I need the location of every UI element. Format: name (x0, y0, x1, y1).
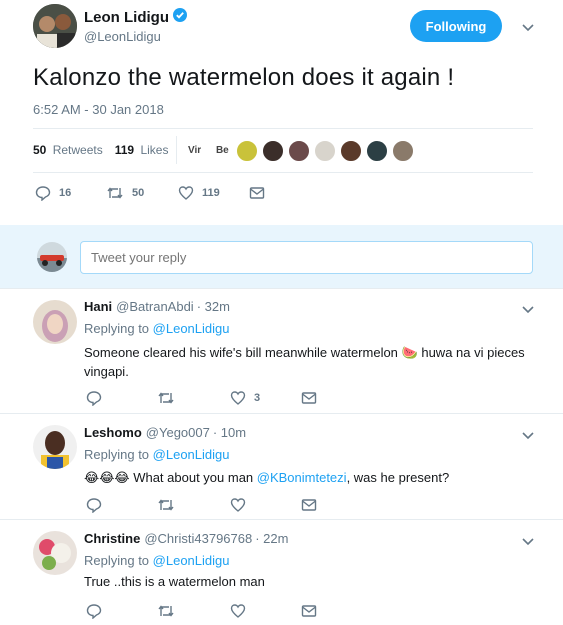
like-count: 3 (254, 392, 261, 404)
dm-action[interactable] (301, 497, 317, 513)
envelope-icon (249, 185, 265, 201)
retweet-icon (157, 390, 175, 406)
reply-action[interactable] (86, 603, 102, 619)
likes-stat[interactable]: 119 Likes (115, 143, 169, 157)
current-user-avatar[interactable] (37, 242, 67, 272)
reply-author-avatar[interactable] (33, 531, 77, 575)
replying-to-label: Replying to (84, 447, 150, 462)
liker-name-1[interactable]: Vir (188, 145, 201, 156)
dm-action[interactable] (301, 390, 317, 406)
replying-to-label: Replying to (84, 321, 150, 336)
retweets-label: Retweets (52, 143, 103, 157)
retweet-action[interactable] (157, 390, 175, 406)
liker-avatar[interactable] (340, 140, 362, 162)
like-action[interactable] (230, 497, 246, 513)
retweet-icon (157, 497, 175, 513)
reply-input[interactable] (80, 241, 533, 274)
dm-action[interactable] (249, 185, 265, 201)
liker-avatar[interactable] (392, 140, 414, 162)
retweets-stat[interactable]: 50 Retweets (33, 143, 103, 157)
reply-action[interactable] (86, 497, 102, 513)
likes-count: 119 (114, 143, 135, 157)
retweet-icon (157, 603, 175, 619)
reply-icon (86, 603, 102, 619)
following-button[interactable]: Following (410, 10, 502, 42)
reply-icon (35, 185, 51, 201)
reply-action[interactable] (86, 390, 102, 406)
envelope-icon (301, 603, 317, 619)
liker-avatar[interactable] (288, 140, 310, 162)
author-handle[interactable]: @LeonLidigu (84, 29, 161, 44)
retweet-action[interactable] (157, 603, 175, 619)
liker-name-2[interactable]: Be (216, 145, 229, 156)
laughing-emoji: 😂😂😂 (84, 470, 130, 485)
reply-author-name[interactable]: Leshomo (84, 425, 142, 440)
retweet-count: 50 (132, 187, 145, 199)
tweet-text: Kalonzo the watermelon does it again ! (33, 64, 455, 91)
reply-author-name[interactable]: Hani (84, 299, 112, 314)
replying-to-label: Replying to (84, 553, 150, 568)
replying-to-mention[interactable]: @LeonLidigu (153, 447, 230, 462)
reply-box-section (0, 225, 563, 288)
replying-to-mention[interactable]: @LeonLidigu (153, 553, 230, 568)
chevron-down-icon[interactable] (521, 20, 535, 32)
heart-icon (178, 185, 194, 201)
reply-author-handle[interactable]: @Yego007 (146, 425, 210, 440)
reply-author-avatar[interactable] (33, 300, 77, 344)
like-action[interactable] (230, 603, 246, 619)
reply-text: What about you man (129, 470, 257, 485)
liker-avatar[interactable] (366, 140, 388, 162)
retweet-action[interactable] (157, 497, 175, 513)
heart-icon (230, 497, 246, 513)
tweet-timestamp[interactable]: 6:52 AM - 30 Jan 2018 (33, 102, 164, 117)
liker-avatar[interactable] (236, 140, 258, 162)
heart-icon (230, 390, 246, 406)
replying-to-mention[interactable]: @LeonLidigu (153, 321, 230, 336)
like-count: 119 (202, 187, 220, 199)
retweets-count: 50 (33, 143, 47, 157)
likes-label: Likes (140, 143, 169, 157)
verified-badge-icon (172, 8, 187, 27)
reply-author-avatar[interactable] (33, 425, 77, 469)
reply-count: 16 (59, 187, 72, 199)
like-action[interactable]: 119 (178, 185, 220, 201)
chevron-down-icon[interactable] (521, 302, 535, 314)
dm-action[interactable] (301, 603, 317, 619)
chevron-down-icon[interactable] (521, 428, 535, 440)
reply-time[interactable]: · 22m (255, 531, 288, 546)
heart-icon (230, 603, 246, 619)
liker-avatar[interactable] (314, 140, 336, 162)
author-avatar[interactable] (33, 4, 77, 48)
reply-time[interactable]: · 10m (213, 425, 246, 440)
reply-author-handle[interactable]: @Christi43796768 (144, 531, 252, 546)
liker-avatar[interactable] (262, 140, 284, 162)
reply-mention[interactable]: @KBonimtetezi (257, 470, 347, 485)
watermelon-emoji: 🍉 (401, 345, 418, 360)
like-action[interactable]: 3 (230, 390, 260, 406)
envelope-icon (301, 390, 317, 406)
retweet-icon (106, 185, 124, 201)
reply-author-handle[interactable]: @BatranAbdi (116, 299, 194, 314)
reply-text-continued: , was he present? (346, 470, 450, 485)
reply-time[interactable]: · 32m (197, 299, 230, 314)
reply-icon (86, 390, 102, 406)
retweet-action[interactable]: 50 (106, 185, 144, 201)
reply-author-name[interactable]: Christine (84, 531, 140, 546)
reply-icon (86, 497, 102, 513)
reply-text: True ..this is a watermelon man (84, 574, 265, 589)
envelope-icon (301, 497, 317, 513)
reply-action[interactable]: 16 (35, 185, 71, 201)
chevron-down-icon[interactable] (521, 534, 535, 546)
author-name[interactable]: Leon Lidigu (84, 9, 169, 26)
reply-text: Someone cleared his wife's bill meanwhil… (84, 345, 398, 360)
